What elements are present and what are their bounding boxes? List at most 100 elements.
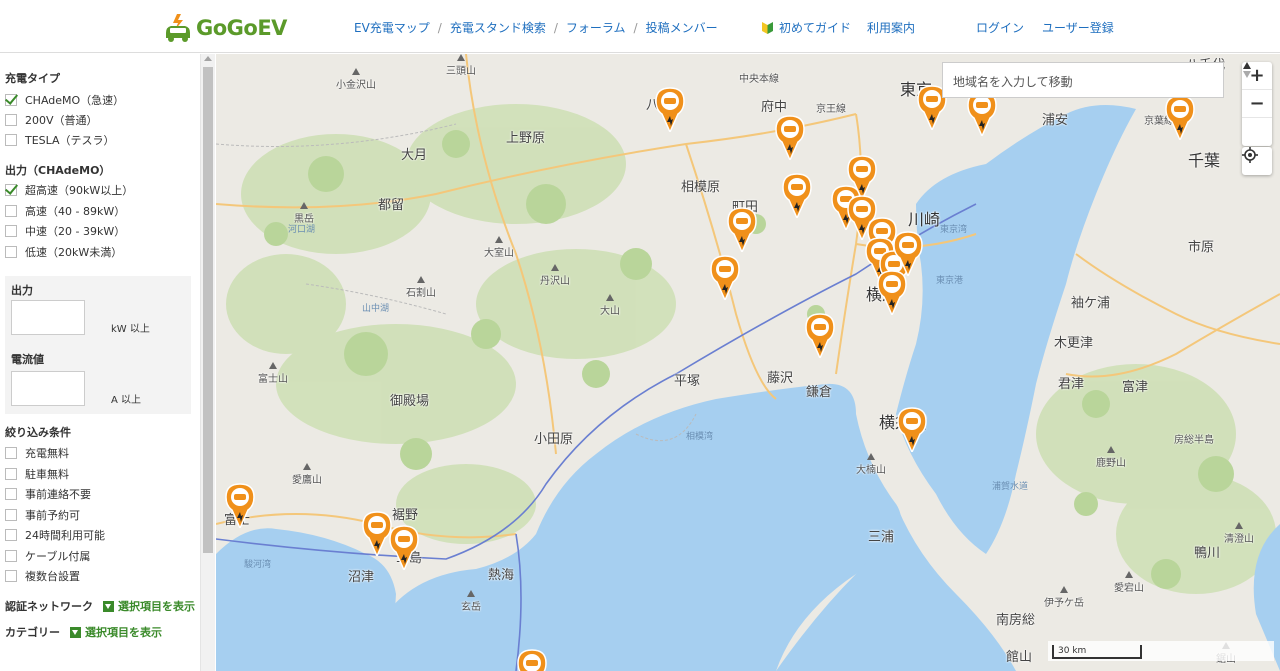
site-header: GoGoEV EV充電マップ / 充電スタンド検索 / フォーラム / 投稿メン…: [0, 0, 1280, 53]
scroll-thumb[interactable]: [203, 67, 213, 553]
place-label: 玄岳: [461, 602, 481, 613]
mountain-label: 富士山: [258, 362, 288, 385]
place-label: 平塚: [674, 374, 701, 389]
place-label: 千葉: [1188, 151, 1221, 170]
charging-station-marker-icon[interactable]: [896, 406, 928, 452]
category-show-selected[interactable]: 選択項目を表示: [70, 624, 162, 640]
nav-separator: /: [437, 20, 442, 35]
filter-sidebar: 充電タイプ CHAdeMO（急速） 200V（普通） TESLA（テスラ） 出力（C…: [0, 54, 200, 671]
login-link[interactable]: ログイン: [976, 19, 1024, 36]
current-input[interactable]: [11, 371, 85, 406]
place-label: 房総半島: [1174, 435, 1214, 446]
place-label: 小田原: [534, 432, 574, 447]
place-label: 鹿野山: [1096, 458, 1126, 469]
output-option[interactable]: 低速（20kW未満）: [5, 244, 122, 260]
filter-option[interactable]: 事前予約可: [5, 507, 80, 523]
place-label: 川崎: [908, 210, 941, 229]
charging-station-marker-icon[interactable]: [892, 230, 924, 276]
category-row: カテゴリー 選択項目を表示: [5, 624, 162, 640]
mountain-icon: [457, 54, 465, 61]
map-search-input[interactable]: 地域名を入力して移動: [942, 62, 1224, 98]
output-option[interactable]: 中速（20 - 39kW）: [5, 223, 125, 239]
charging-station-marker-icon[interactable]: [781, 172, 813, 218]
place-label: 清澄山: [1224, 534, 1254, 545]
mountain-icon: [1060, 586, 1068, 593]
mountain-icon: [551, 264, 559, 271]
place-label: 東京湾: [940, 225, 968, 235]
output-checkbox[interactable]: [5, 245, 17, 258]
charging-station-marker-icon[interactable]: [1164, 94, 1196, 140]
place-label: 鎌倉: [806, 385, 833, 400]
power-current-filter: 出力 kW 以上 電流値 A 以上: [5, 276, 191, 414]
register-link[interactable]: ユーザー登録: [1042, 19, 1114, 36]
mountain-label: 伊予ケ岳: [1044, 586, 1084, 609]
current-location-button[interactable]: [1242, 147, 1272, 175]
nav-ev-map[interactable]: EV充電マップ: [354, 19, 430, 36]
output-checkbox[interactable]: [5, 225, 17, 237]
mountain-label: 大山: [600, 294, 620, 317]
network-show-selected[interactable]: 選択項目を表示: [103, 598, 195, 614]
place-label: 伊予ケ岳: [1044, 598, 1084, 609]
filter-option[interactable]: ケーブル付属: [5, 548, 90, 564]
charge-type-checkbox[interactable]: [5, 114, 17, 126]
charging-station-marker-icon[interactable]: [516, 648, 548, 671]
place-label: 上野原: [506, 131, 546, 146]
filter-checkbox[interactable]: [5, 570, 17, 582]
category-label: カテゴリー: [5, 626, 60, 639]
logo[interactable]: GoGoEV: [163, 10, 287, 46]
place-label: 愛宕山: [1114, 583, 1144, 594]
mountain-label: 大楠山: [856, 453, 886, 476]
filter-option[interactable]: 24時間利用可能: [5, 527, 105, 543]
nav-members[interactable]: 投稿メンバー: [646, 19, 718, 36]
map-canvas[interactable]: 小金沢山 三頭山 上野原 大月 都留 黒岳 河口湖 大室山 丹沢山 大山 石割山 山中湖 富士山 御殿場愛…: [216, 54, 1280, 671]
place-label: 鴨川: [1194, 546, 1221, 561]
charging-station-marker-icon[interactable]: [709, 254, 741, 300]
charging-station-marker-icon[interactable]: [726, 206, 758, 252]
charge-type-option[interactable]: TESLA（テスラ）: [5, 132, 115, 148]
charge-type-checkbox[interactable]: [5, 94, 17, 106]
charge-type-option[interactable]: 200V（普通）: [5, 112, 98, 128]
nav-forum[interactable]: フォーラム: [566, 19, 626, 36]
filter-checkbox[interactable]: [5, 447, 17, 459]
output-checkbox[interactable]: [5, 184, 17, 196]
scroll-up-arrow-icon[interactable]: [204, 56, 212, 61]
sidebar-scrollbar[interactable]: [200, 54, 215, 671]
output-option[interactable]: 超高速（90kW以上）: [5, 182, 133, 198]
charge-type-label: 200V（普通）: [25, 114, 98, 127]
charge-type-title: 充電タイプ: [5, 72, 60, 85]
nav-beginner-guide[interactable]: 初めてガイド: [779, 19, 851, 36]
zoom-out-button[interactable]: −: [1242, 90, 1272, 118]
mountain-label: 玄岳: [461, 590, 481, 613]
charging-station-marker-icon[interactable]: [388, 524, 420, 570]
filter-checkbox[interactable]: [5, 488, 17, 500]
filter-checkbox[interactable]: [5, 508, 17, 521]
place-label: 丹沢山: [540, 276, 570, 287]
place-label: 富津: [1122, 380, 1149, 395]
filter-option[interactable]: 複数台設置: [5, 568, 80, 584]
nav-separator: /: [633, 20, 638, 35]
filter-option[interactable]: 事前連絡不要: [5, 486, 91, 502]
compass-button[interactable]: [1242, 62, 1272, 146]
place-label: 相模原: [681, 180, 721, 195]
charge-type-checkbox[interactable]: [5, 134, 17, 146]
filter-option[interactable]: 充電無料: [5, 445, 69, 461]
guide-nav: 初めてガイド 利用案内: [762, 19, 931, 36]
output-option[interactable]: 高速（40 - 89kW）: [5, 203, 125, 219]
filter-checkbox[interactable]: [5, 467, 17, 480]
charging-station-marker-icon[interactable]: [654, 86, 686, 132]
filter-label: 駐車無料: [25, 467, 69, 481]
charge-type-option[interactable]: CHAdeMO（急速）: [5, 92, 124, 108]
filter-checkbox[interactable]: [5, 529, 17, 541]
filter-checkbox[interactable]: [5, 549, 17, 562]
filter-option[interactable]: 駐車無料: [5, 466, 69, 482]
mountain-icon: [352, 68, 360, 75]
nav-usage-guide[interactable]: 利用案内: [867, 19, 915, 36]
nav-station-search[interactable]: 充電スタンド検索: [450, 19, 546, 36]
network-label: 認証ネットワーク: [5, 600, 93, 613]
output-checkbox[interactable]: [5, 204, 17, 217]
charging-station-marker-icon[interactable]: [774, 114, 806, 160]
place-label: 石割山: [406, 288, 436, 299]
charging-station-marker-icon[interactable]: [224, 482, 256, 528]
power-input[interactable]: [11, 300, 85, 335]
charging-station-marker-icon[interactable]: [804, 312, 836, 358]
